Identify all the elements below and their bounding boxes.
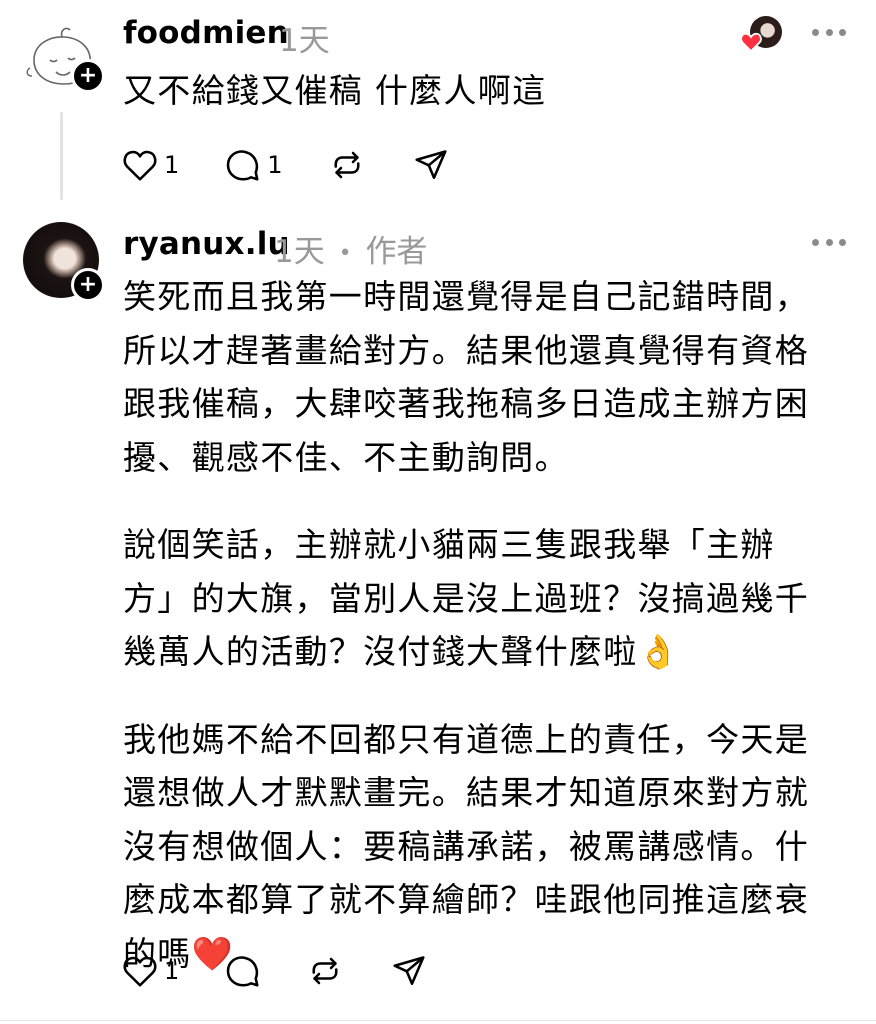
like-count: 1 (164, 151, 180, 179)
paragraph-2: 說個笑話，主辦就小貓兩三隻跟我舉「主辦 方」的大旗，當別人是沒上過班？沒搞過幾千… (123, 525, 809, 671)
more-icon (812, 29, 819, 36)
liked-by-author-badge[interactable] (740, 14, 784, 54)
share-button[interactable] (413, 147, 449, 183)
reply-count: 1 (267, 151, 283, 179)
post-meta: 1天 • 作者 (274, 226, 427, 271)
heart-icon (123, 150, 157, 181)
heart-icon (123, 956, 157, 987)
paragraph-1: 笑死而且我第一時間還覺得是自己記錯時間， 所以才趕著畫給對方。結果他還真覺得有資… (123, 277, 809, 477)
action-bar: 1 (122, 953, 427, 989)
share-icon (415, 150, 447, 180)
follow-plus-button[interactable]: + (71, 268, 105, 302)
plus-icon: + (78, 63, 98, 88)
like-button[interactable]: 1 (122, 954, 179, 988)
comment-text: 笑死而且我第一時間還覺得是自己記錯時間， 所以才趕著畫給對方。結果他還真覺得有資… (123, 270, 809, 980)
timestamp: 1天 (274, 234, 325, 270)
more-options-button[interactable] (812, 239, 846, 249)
paragraph-3: 我他媽不給不回都只有道德上的責任，今天是 還想做人才默默畫完。結果才知道原來對方… (123, 719, 809, 973)
comment-icon (227, 956, 259, 987)
repost-button[interactable] (307, 953, 343, 989)
thread-line (60, 112, 63, 200)
share-button[interactable] (391, 953, 427, 989)
meta-separator: • (338, 241, 352, 266)
more-icon (812, 239, 819, 246)
repost-button[interactable] (329, 147, 365, 183)
divider (0, 1020, 876, 1021)
heart-icon (740, 32, 762, 52)
timestamp: 1天 (279, 23, 330, 59)
comment-text: 又不給錢又催稿 什麼人啊這 (123, 71, 547, 110)
reply-button[interactable]: 1 (225, 147, 283, 183)
like-count: 1 (164, 957, 180, 985)
repost-icon (334, 151, 360, 179)
action-bar: 1 1 (122, 147, 449, 183)
author-badge: 作者 (365, 234, 428, 270)
plus-icon: + (78, 272, 98, 297)
repost-icon (312, 957, 338, 985)
reply-button[interactable] (225, 953, 261, 989)
username[interactable]: ryanux.lu (123, 226, 290, 262)
more-options-button[interactable] (812, 29, 846, 39)
comment-icon (227, 150, 259, 181)
share-icon (393, 956, 425, 986)
like-button[interactable]: 1 (122, 148, 179, 182)
follow-plus-button[interactable]: + (71, 59, 105, 93)
username[interactable]: foodmien (123, 15, 289, 51)
